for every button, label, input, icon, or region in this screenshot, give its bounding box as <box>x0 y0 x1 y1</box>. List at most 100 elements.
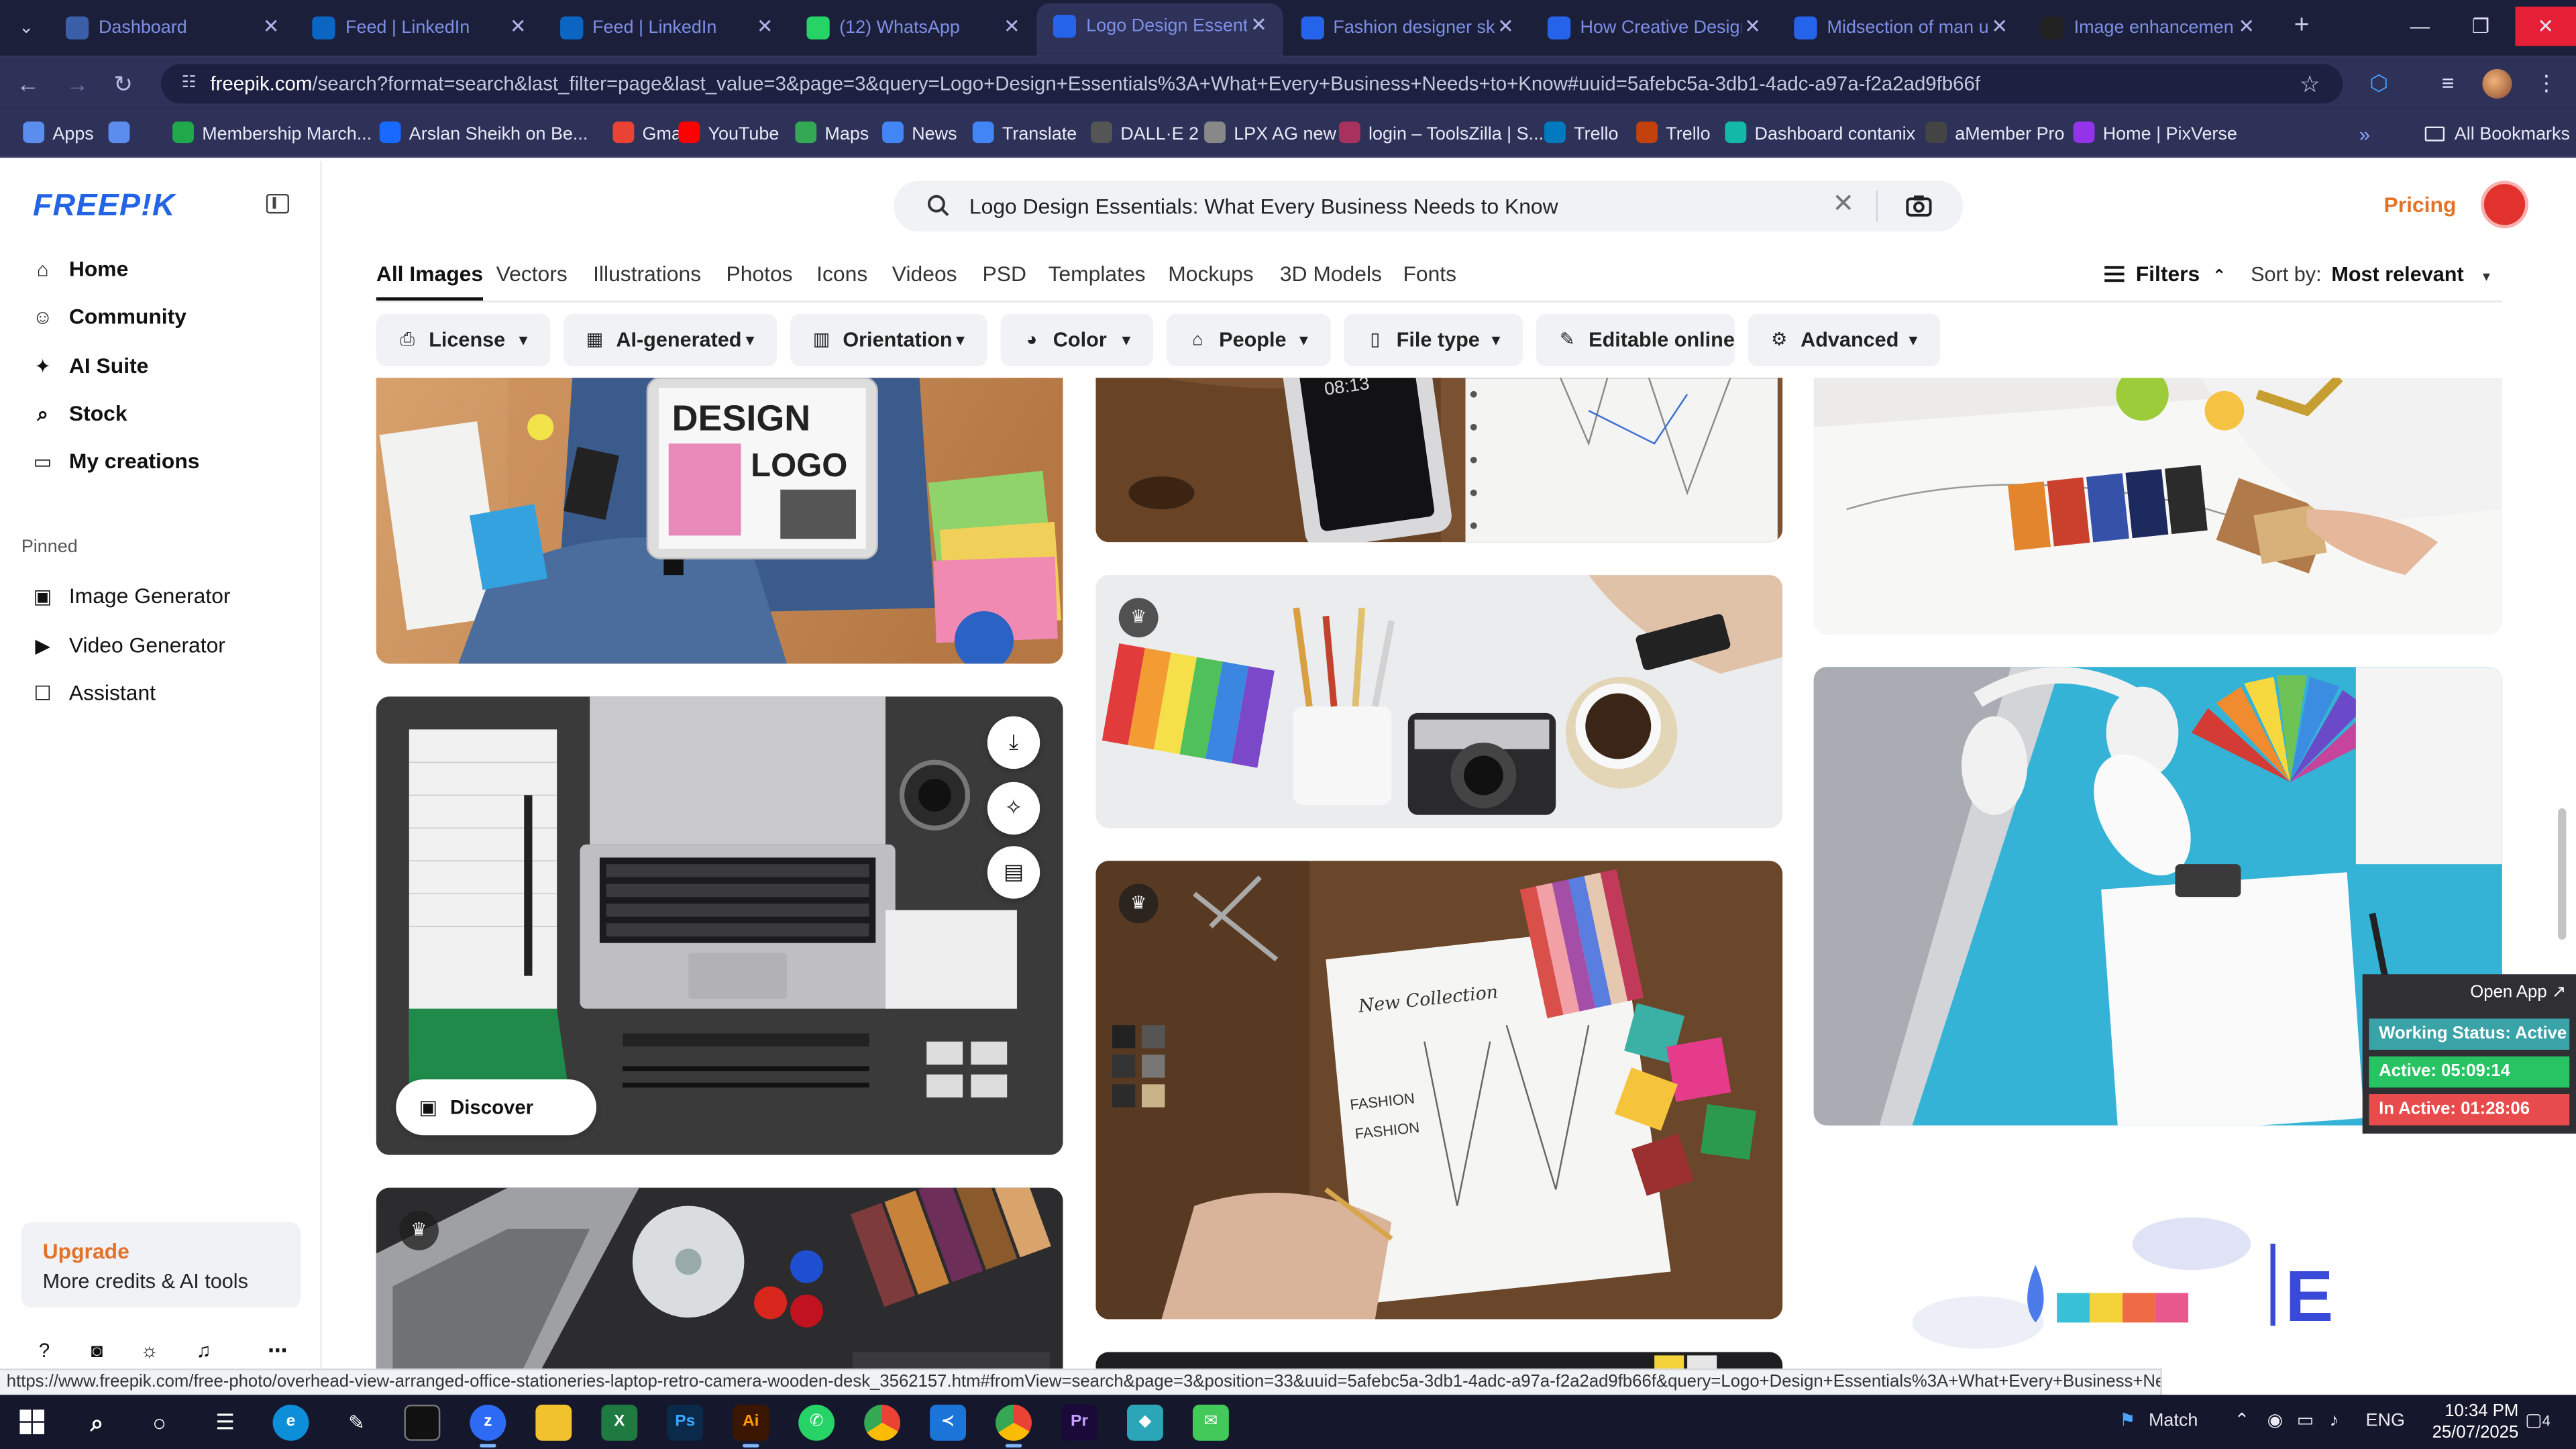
zoom-app-icon[interactable]: z <box>470 1404 506 1448</box>
tab-close-icon[interactable]: ✕ <box>260 15 282 38</box>
tab-psd[interactable]: PSD <box>983 261 1026 287</box>
bookmark-item[interactable]: login – ToolsZilla | S... <box>1338 121 1544 148</box>
bookmark-item[interactable]: Arslan Sheikh on Be... <box>379 121 588 148</box>
freepik-logo[interactable]: FREEP!K <box>33 189 176 225</box>
image-card-hovered[interactable]: ⤓ ✧ ▤ ▣Discover similar <box>376 696 1063 1155</box>
weather-match-widget[interactable]: ⚑ Match <box>2119 1408 2198 1434</box>
add-to-collection-icon[interactable]: ▤ <box>987 846 1040 899</box>
sidebar-item-community[interactable]: ☺ Community <box>32 301 303 333</box>
more-options-icon[interactable]: ⋯ <box>264 1337 290 1363</box>
image-card[interactable]: 08:13 <box>1095 378 1783 543</box>
image-card[interactable] <box>1095 1352 1783 1369</box>
pinned-item-video-generator[interactable]: ▶ Video Generator <box>32 629 303 662</box>
filter-chip-editable-online[interactable]: ✎ Editable online <box>1536 313 1735 367</box>
whatsapp-icon[interactable]: ✆ <box>798 1404 835 1441</box>
minimize-button[interactable]: — <box>2392 7 2448 46</box>
filter-chip-license[interactable]: ⎙ License ▼ <box>376 313 551 367</box>
tab-illustrations[interactable]: Illustrations <box>593 261 701 287</box>
url-text[interactable]: freepik.com/search?format=search&last_fi… <box>210 72 2263 95</box>
sidebar-collapse-icon[interactable] <box>266 193 290 214</box>
tab-close-icon[interactable]: ✕ <box>2235 15 2258 38</box>
tab-vectors[interactable]: Vectors <box>496 261 568 287</box>
illustrator-icon[interactable]: Ai <box>733 1404 769 1448</box>
more-bookmarks-chevron-icon[interactable]: » <box>2359 121 2370 148</box>
terminal-icon[interactable] <box>404 1404 441 1441</box>
all-bookmarks-button[interactable]: All Bookmarks <box>2424 121 2570 148</box>
browser-tab[interactable]: Logo Design Essenti ✕ <box>1036 3 1284 56</box>
media-control-icon[interactable]: ≡ <box>2433 69 2463 99</box>
tab-photos[interactable]: Photos <box>726 261 792 287</box>
task-view-icon[interactable]: ☰ <box>207 1405 244 1441</box>
bookmark-item[interactable]: Dashboard contanix <box>1725 121 1915 148</box>
network-icon[interactable]: ▭ <box>2297 1408 2314 1434</box>
theme-sun-icon[interactable]: ☼ <box>136 1337 162 1363</box>
pinned-item-assistant[interactable]: ☐ Assistant <box>32 677 303 710</box>
pen-tool-icon[interactable]: ✎ <box>338 1405 374 1441</box>
camera-search-icon[interactable] <box>1906 194 1932 217</box>
browser-tab[interactable]: (12) WhatsApp ✕ <box>790 5 1036 51</box>
camera-tray-icon[interactable]: ◉ <box>2267 1408 2284 1434</box>
discord-icon[interactable]: ◙ <box>84 1337 110 1363</box>
bookmark-item[interactable]: Apps <box>23 121 94 148</box>
browser-tab[interactable]: Dashboard ✕ <box>49 5 295 51</box>
tab-icons[interactable]: Icons <box>816 261 867 287</box>
notification-bell-icon[interactable]: ♫ <box>191 1337 217 1363</box>
page-scrollbar[interactable] <box>2558 808 2567 940</box>
pinned-item-image-generator[interactable]: ▣ Image Generator <box>32 580 303 612</box>
windows-start-icon[interactable] <box>19 1409 45 1434</box>
browser-tab[interactable]: Feed | LinkedIn ✕ <box>297 5 543 51</box>
filter-chip-ai-generated[interactable]: ▦ AI-generated ▼ <box>564 313 777 367</box>
sidebar-item-home[interactable]: ⌂ Home <box>32 253 303 286</box>
sort-dropdown[interactable]: Sort by: Most relevant ▾ <box>2251 261 2490 289</box>
tab-fonts[interactable]: Fonts <box>1403 261 1456 287</box>
image-card[interactable]: ♛ <box>1095 575 1783 828</box>
app-green-icon[interactable]: ✉ <box>1192 1404 1229 1441</box>
bookmark-item[interactable]: DALL·E 2 <box>1091 121 1199 148</box>
extension-icon[interactable]: ⬡ <box>2364 69 2394 99</box>
excel-icon[interactable]: X <box>601 1404 638 1441</box>
chrome-active-icon[interactable] <box>996 1404 1032 1448</box>
tab-videos[interactable]: Videos <box>892 261 957 287</box>
browser-tab[interactable]: How Creative Design ✕ <box>1531 5 1777 51</box>
edge-browser-icon[interactable]: e <box>272 1404 309 1441</box>
image-card[interactable]: New Collection FASHION FASHION ♛ <box>1095 861 1783 1320</box>
sidebar-item-my-creations[interactable]: ▭ My creations <box>32 445 303 478</box>
forward-button[interactable]: → <box>62 69 92 99</box>
app-diamond-icon[interactable]: ◆ <box>1127 1404 1163 1441</box>
tab-close-icon[interactable]: ✕ <box>1247 13 1270 36</box>
reload-button[interactable]: ↻ <box>109 69 138 99</box>
search-taskbar-icon[interactable]: ⌕ <box>79 1405 115 1441</box>
bookmark-item[interactable]: Maps <box>795 121 869 148</box>
tab-all-images[interactable]: All Images <box>376 261 484 301</box>
bookmark-item[interactable] <box>108 121 138 148</box>
tray-chevron-icon[interactable]: ⌃ <box>2235 1408 2250 1434</box>
back-button[interactable]: ← <box>13 69 43 99</box>
bookmark-item[interactable]: Translate <box>972 121 1077 148</box>
browser-tab[interactable]: Fashion designer ske ✕ <box>1284 5 1530 51</box>
volume-icon[interactable]: ♪ <box>2330 1408 2339 1434</box>
chrome-menu-icon[interactable]: ⋮ <box>2532 69 2561 99</box>
bookmark-item[interactable]: aMember Pro <box>1925 121 2065 148</box>
file-explorer-icon[interactable] <box>535 1404 572 1441</box>
premiere-icon[interactable]: Pr <box>1061 1404 1097 1441</box>
browser-tab[interactable]: Midsection of man us ✕ <box>1778 5 2024 51</box>
user-avatar[interactable] <box>2483 184 2526 225</box>
bookmark-item[interactable]: Home | PixVerse <box>2073 121 2237 148</box>
ai-edit-icon[interactable]: ✧ <box>987 782 1040 835</box>
discover-similar-button[interactable]: ▣Discover similar <box>396 1079 596 1155</box>
filter-chip-file-type[interactable]: ▯ File type ▼ <box>1344 313 1523 367</box>
tab-close-icon[interactable]: ✕ <box>1000 15 1023 38</box>
sidebar-item-stock[interactable]: ⌕ Stock <box>32 398 303 431</box>
filter-chip-advanced[interactable]: ⚙ Advanced ▼ <box>1748 313 1941 367</box>
chrome-icon[interactable] <box>864 1404 901 1441</box>
image-card[interactable] <box>1813 378 2502 635</box>
bookmark-item[interactable]: Membership March... <box>172 121 372 148</box>
bookmark-item[interactable]: LPX AG new <box>1204 121 1336 148</box>
language-indicator[interactable]: ENG <box>2366 1408 2405 1434</box>
filters-toggle[interactable]: Filters ⌃ <box>2104 261 2226 290</box>
open-app-link[interactable]: Open App ↗ <box>2470 983 2566 1002</box>
tab-close-icon[interactable]: ✕ <box>1988 15 2011 38</box>
tab-close-icon[interactable]: ✕ <box>1741 15 1764 38</box>
close-window-button[interactable]: ✕ <box>2515 6 2576 46</box>
search-input[interactable]: Logo Design Essentials: What Every Busin… <box>969 194 1823 219</box>
